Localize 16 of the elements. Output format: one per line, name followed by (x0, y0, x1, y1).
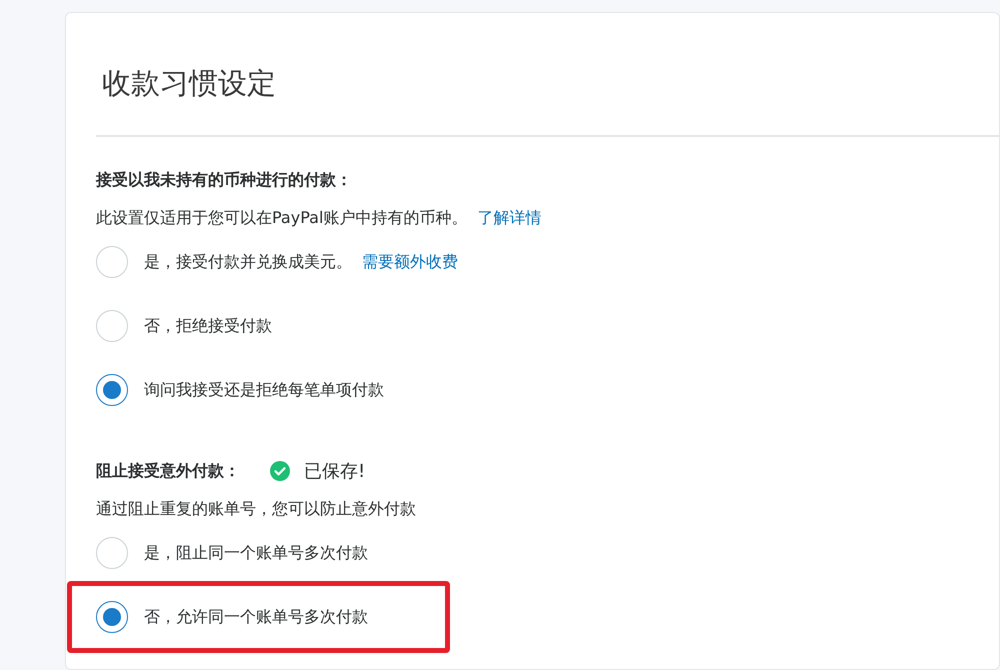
fee-link[interactable]: 需要额外收费 (362, 252, 458, 272)
section-heading: 阻止接受意外付款： (96, 460, 240, 482)
page-title: 收款习惯设定 (101, 65, 277, 102)
saved-status: 已保存! (304, 460, 366, 483)
option-label[interactable]: 询问我接受还是拒绝每笔单项付款 (144, 380, 384, 400)
learn-more-link[interactable]: 了解详情 (477, 208, 542, 228)
option-label[interactable]: 是，阻止同一个账单号多次付款 (144, 542, 368, 564)
check-icon (270, 461, 290, 481)
radio-button[interactable] (96, 601, 128, 633)
option-label[interactable]: 否，允许同一个账单号多次付款 (144, 606, 368, 628)
description-text: 通过阻止重复的账单号，您可以防止意外付款 (96, 498, 416, 520)
section-heading: 接受以我未持有的币种进行的付款： (96, 170, 352, 190)
option-label[interactable]: 是，接受付款并兑换成美元。 (144, 252, 352, 272)
option-label[interactable]: 否，拒绝接受付款 (144, 316, 272, 336)
radio-button[interactable] (96, 374, 128, 406)
description-text: 此设置仅适用于您可以在PayPal账户中持有的币种。 (96, 208, 468, 228)
